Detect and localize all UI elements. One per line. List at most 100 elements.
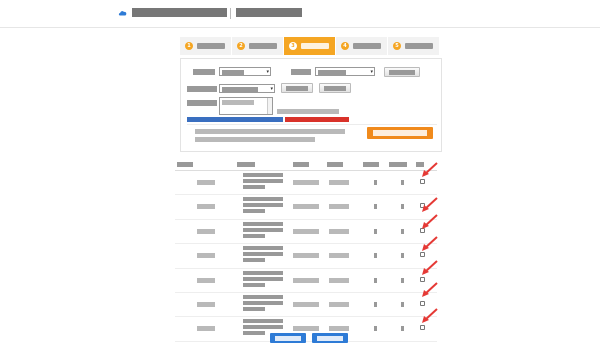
list-textarea[interactable] [219,97,273,115]
red-arrow-icon [422,308,438,323]
table-row[interactable] [175,171,437,196]
row-date [293,326,319,332]
row-date [293,253,319,259]
row-time [329,228,349,234]
title-divider [230,8,231,19]
table-row[interactable] [175,317,437,342]
step-1-number: 1 [185,42,193,50]
col-header-1 [177,162,193,167]
table-row[interactable] [175,293,437,318]
col-header-4 [327,162,343,167]
cloud-logo-icon [118,11,127,16]
table-row[interactable] [175,195,437,220]
row-desc-line-3 [243,209,265,214]
note-line-2 [195,137,315,142]
row-desc-line-1 [243,246,283,251]
note-line-1 [195,129,345,134]
step-3[interactable]: 3 [284,37,336,55]
row-count-1 [374,301,377,307]
row-desc-line-1 [243,319,283,324]
top-bar [0,0,600,28]
step-4-label [353,43,381,49]
red-arrow-icon [422,282,438,297]
step-2-label [249,43,277,49]
select-b[interactable]: ▾ [315,67,375,76]
row1-action-button[interactable] [384,67,420,77]
row-count-2 [401,228,404,234]
select-a[interactable]: ▾ [219,67,271,76]
col-header-2 [237,162,255,167]
row-desc-line-3 [243,233,265,238]
col-header-6 [389,162,407,167]
field-label-a [193,69,215,75]
row-desc-line-1 [243,294,283,299]
app-title[interactable] [132,8,227,17]
textarea-scrollbar[interactable] [267,98,272,114]
row-desc-line-3 [243,331,265,336]
row-time [329,253,349,259]
row-id [197,326,215,332]
table-row[interactable] [175,269,437,293]
row-desc-line-2 [243,325,283,330]
table-row[interactable] [175,220,437,245]
add-button[interactable] [281,83,313,93]
select-c-value [222,87,258,92]
row-date [293,301,319,307]
row-desc-line-3 [243,282,265,287]
remove-button[interactable] [319,83,351,93]
row1-action-button-label [389,70,415,75]
submit-button[interactable] [367,127,433,139]
red-arrow-icon [422,197,438,212]
add-button-label [286,86,308,91]
row-date [293,277,319,283]
chevron-down-icon: ▾ [266,69,269,75]
row-checkbox[interactable] [420,179,425,184]
submit-button-label [373,130,427,136]
row-desc-line-3 [243,258,265,263]
row-id [197,253,215,259]
row-checkbox[interactable] [420,276,425,282]
red-arrow-icon [422,236,438,251]
row-count-2 [401,180,404,185]
row-id [197,204,215,210]
red-arrow-icon [422,162,438,177]
row-checkbox[interactable] [420,325,425,331]
field-label-b [291,69,311,75]
step-5[interactable]: 5 [388,37,440,55]
row-count-1 [374,326,377,332]
table-row[interactable] [175,244,437,269]
row-date [293,228,319,234]
row-id [197,228,215,234]
row-desc-line-2 [243,227,283,232]
col-header-5 [363,162,379,167]
hint-blue [187,117,283,122]
col-header-3 [293,162,309,167]
step-2[interactable]: 2 [232,37,284,55]
row-count-1 [374,180,377,185]
row-count-1 [374,277,377,283]
step-4[interactable]: 4 [336,37,388,55]
field-label-d [187,100,217,106]
row-desc-line-1 [243,197,283,202]
row-id [197,301,215,307]
row-count-1 [374,228,377,234]
results-table [175,159,437,342]
chevron-down-icon: ▾ [270,86,273,92]
step-4-number: 4 [341,42,349,50]
step-5-label [405,43,433,49]
query-form: ▾ ▾ ▾ [180,58,442,152]
row-time [329,326,349,332]
row-desc-line-1 [243,221,283,226]
step-1[interactable]: 1 [180,37,232,55]
row-time [329,180,349,185]
form-divider [187,124,437,125]
row-desc-line-2 [243,203,283,208]
row-desc-line-3 [243,306,265,311]
row-checkbox[interactable] [420,252,425,258]
select-b-value [318,70,346,75]
prev-page-button[interactable] [270,333,306,343]
next-page-label [317,336,343,341]
select-c[interactable]: ▾ [219,84,275,93]
next-page-button[interactable] [312,333,348,343]
row-checkbox[interactable] [420,300,425,306]
